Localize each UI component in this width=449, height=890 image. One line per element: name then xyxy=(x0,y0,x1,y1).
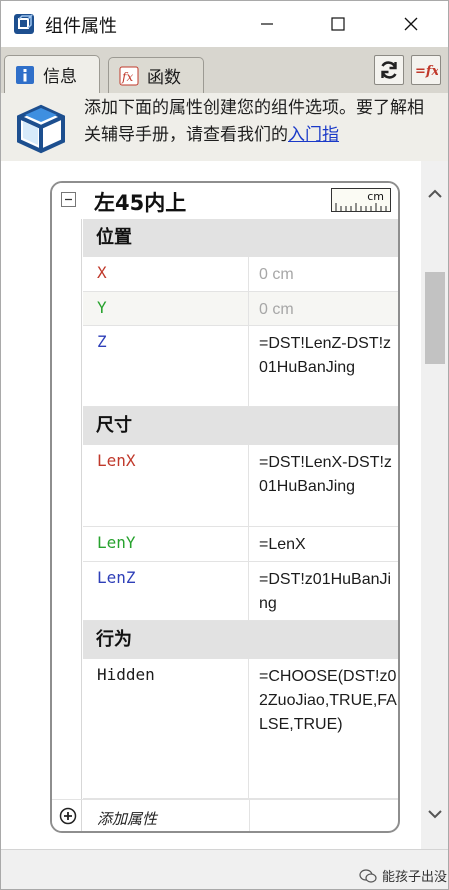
window-title: 组件属性 xyxy=(45,16,117,37)
collapse-toggle[interactable] xyxy=(61,192,76,207)
attribute-row-hidden[interactable]: Hidden =CHOOSE(DST!z02ZuoJiao,TRUE,FALSE… xyxy=(83,659,398,799)
info-icon xyxy=(15,65,35,85)
tab-functions-label: 函数 xyxy=(147,68,181,88)
title-bar[interactable]: 组件属性 xyxy=(1,1,448,47)
attribute-row-leny[interactable]: LenY =LenX xyxy=(83,527,398,562)
info-text-body: 添加下面的属性创建您的组件选项。要了解相关辅导手册，请查看我们的 xyxy=(84,98,424,145)
maximize-icon xyxy=(331,17,345,31)
attribute-value-input[interactable]: =DST!z01HuBanJing xyxy=(250,562,398,620)
wechat-icon xyxy=(359,868,377,883)
minimize-icon xyxy=(261,23,273,25)
function-icon: fx xyxy=(119,66,139,86)
attribute-name: Y xyxy=(83,292,249,325)
attribute-name: Z xyxy=(83,326,249,406)
attribute-name: LenY xyxy=(83,527,249,561)
scroll-up-button[interactable] xyxy=(421,183,448,205)
svg-text:fx: fx xyxy=(121,70,133,84)
component-name: 左45内上 xyxy=(94,191,187,215)
formula-fx-icon: =fx xyxy=(415,64,438,79)
attribute-value-input[interactable]: =LenX xyxy=(250,527,398,561)
close-icon xyxy=(404,17,418,31)
refresh-icon xyxy=(381,61,397,79)
add-attribute-label[interactable]: 添加属性 xyxy=(97,808,157,829)
add-circle-icon[interactable] xyxy=(59,807,77,825)
info-banner: 添加下面的属性创建您的组件选项。要了解相关辅导手册，请查看我们的入门指 xyxy=(1,93,448,161)
section-position: 位置 xyxy=(83,219,398,257)
unit-label: cm xyxy=(367,190,384,203)
attribute-row-z[interactable]: Z =DST!LenZ-DST!z01HuBanJing xyxy=(83,326,398,407)
component-panel: 左45内上 cm 位置 X 0 cm Y 0 cm Z =DST!LenZ-DS… xyxy=(50,181,400,833)
tab-strip: 信息 fx 函数 =fx xyxy=(1,47,448,93)
attribute-name: LenZ xyxy=(83,562,249,620)
minus-icon xyxy=(65,198,72,201)
refresh-button[interactable] xyxy=(374,55,404,85)
vertical-scrollbar[interactable] xyxy=(421,161,448,849)
attribute-name: X xyxy=(83,257,249,291)
component-attributes-window: 组件属性 信息 fx 函数 =fx 添加下面的属性创建您的组件选项。要了解相关辅… xyxy=(0,0,449,890)
chevron-up-icon xyxy=(427,189,442,198)
attribute-value-input[interactable]: =CHOOSE(DST!z02ZuoJiao,TRUE,FALSE,TRUE) xyxy=(250,659,398,798)
unit-selector[interactable]: cm xyxy=(331,188,391,212)
close-button[interactable] xyxy=(383,1,439,47)
tab-functions[interactable]: fx 函数 xyxy=(108,57,204,93)
scroll-down-button[interactable] xyxy=(421,803,448,825)
attribute-name: Hidden xyxy=(83,659,249,798)
minimize-button[interactable] xyxy=(239,1,295,47)
tab-info-label: 信息 xyxy=(43,67,77,87)
chevron-down-icon xyxy=(427,810,442,819)
info-text: 添加下面的属性创建您的组件选项。要了解相关辅导手册，请查看我们的入门指 xyxy=(84,95,434,149)
section-behavior: 行为 xyxy=(83,621,398,659)
scroll-thumb[interactable] xyxy=(425,272,445,364)
component-cube-icon xyxy=(11,97,71,155)
attribute-name: LenX xyxy=(83,445,249,526)
attribute-row-lenz[interactable]: LenZ =DST!z01HuBanJing xyxy=(83,562,398,621)
attribute-value-input[interactable]: =DST!LenZ-DST!z01HuBanJing xyxy=(250,326,398,406)
column-divider xyxy=(249,800,250,831)
toggle-formula-view-button[interactable]: =fx xyxy=(411,55,441,85)
attributes-content: 左45内上 cm 位置 X 0 cm Y 0 cm Z =DST!LenZ-DS… xyxy=(1,161,421,849)
attribute-value-input[interactable]: 0 cm xyxy=(250,292,398,325)
status-bar: 能孩子出没 xyxy=(1,849,448,889)
sketchup-app-icon xyxy=(13,13,35,35)
watermark: 能孩子出没 xyxy=(359,866,447,885)
watermark-text: 能孩子出没 xyxy=(382,870,448,885)
component-header: 左45内上 cm xyxy=(52,183,398,219)
attribute-value-input[interactable]: =DST!LenX-DST!z01HuBanJing xyxy=(250,445,398,526)
attribute-row-lenx[interactable]: LenX =DST!LenX-DST!z01HuBanJing xyxy=(83,445,398,527)
attribute-row-y[interactable]: Y 0 cm xyxy=(83,292,398,326)
svg-text:=fx: =fx xyxy=(415,64,438,79)
tree-gutter xyxy=(52,219,82,831)
maximize-button[interactable] xyxy=(310,1,366,47)
section-size: 尺寸 xyxy=(83,407,398,445)
getting-started-link[interactable]: 入门指 xyxy=(288,125,339,145)
attribute-row-x[interactable]: X 0 cm xyxy=(83,257,398,292)
add-attribute-row[interactable]: 添加属性 xyxy=(52,799,398,831)
attribute-value-input[interactable]: 0 cm xyxy=(250,257,398,291)
tab-info[interactable]: 信息 xyxy=(4,55,100,93)
